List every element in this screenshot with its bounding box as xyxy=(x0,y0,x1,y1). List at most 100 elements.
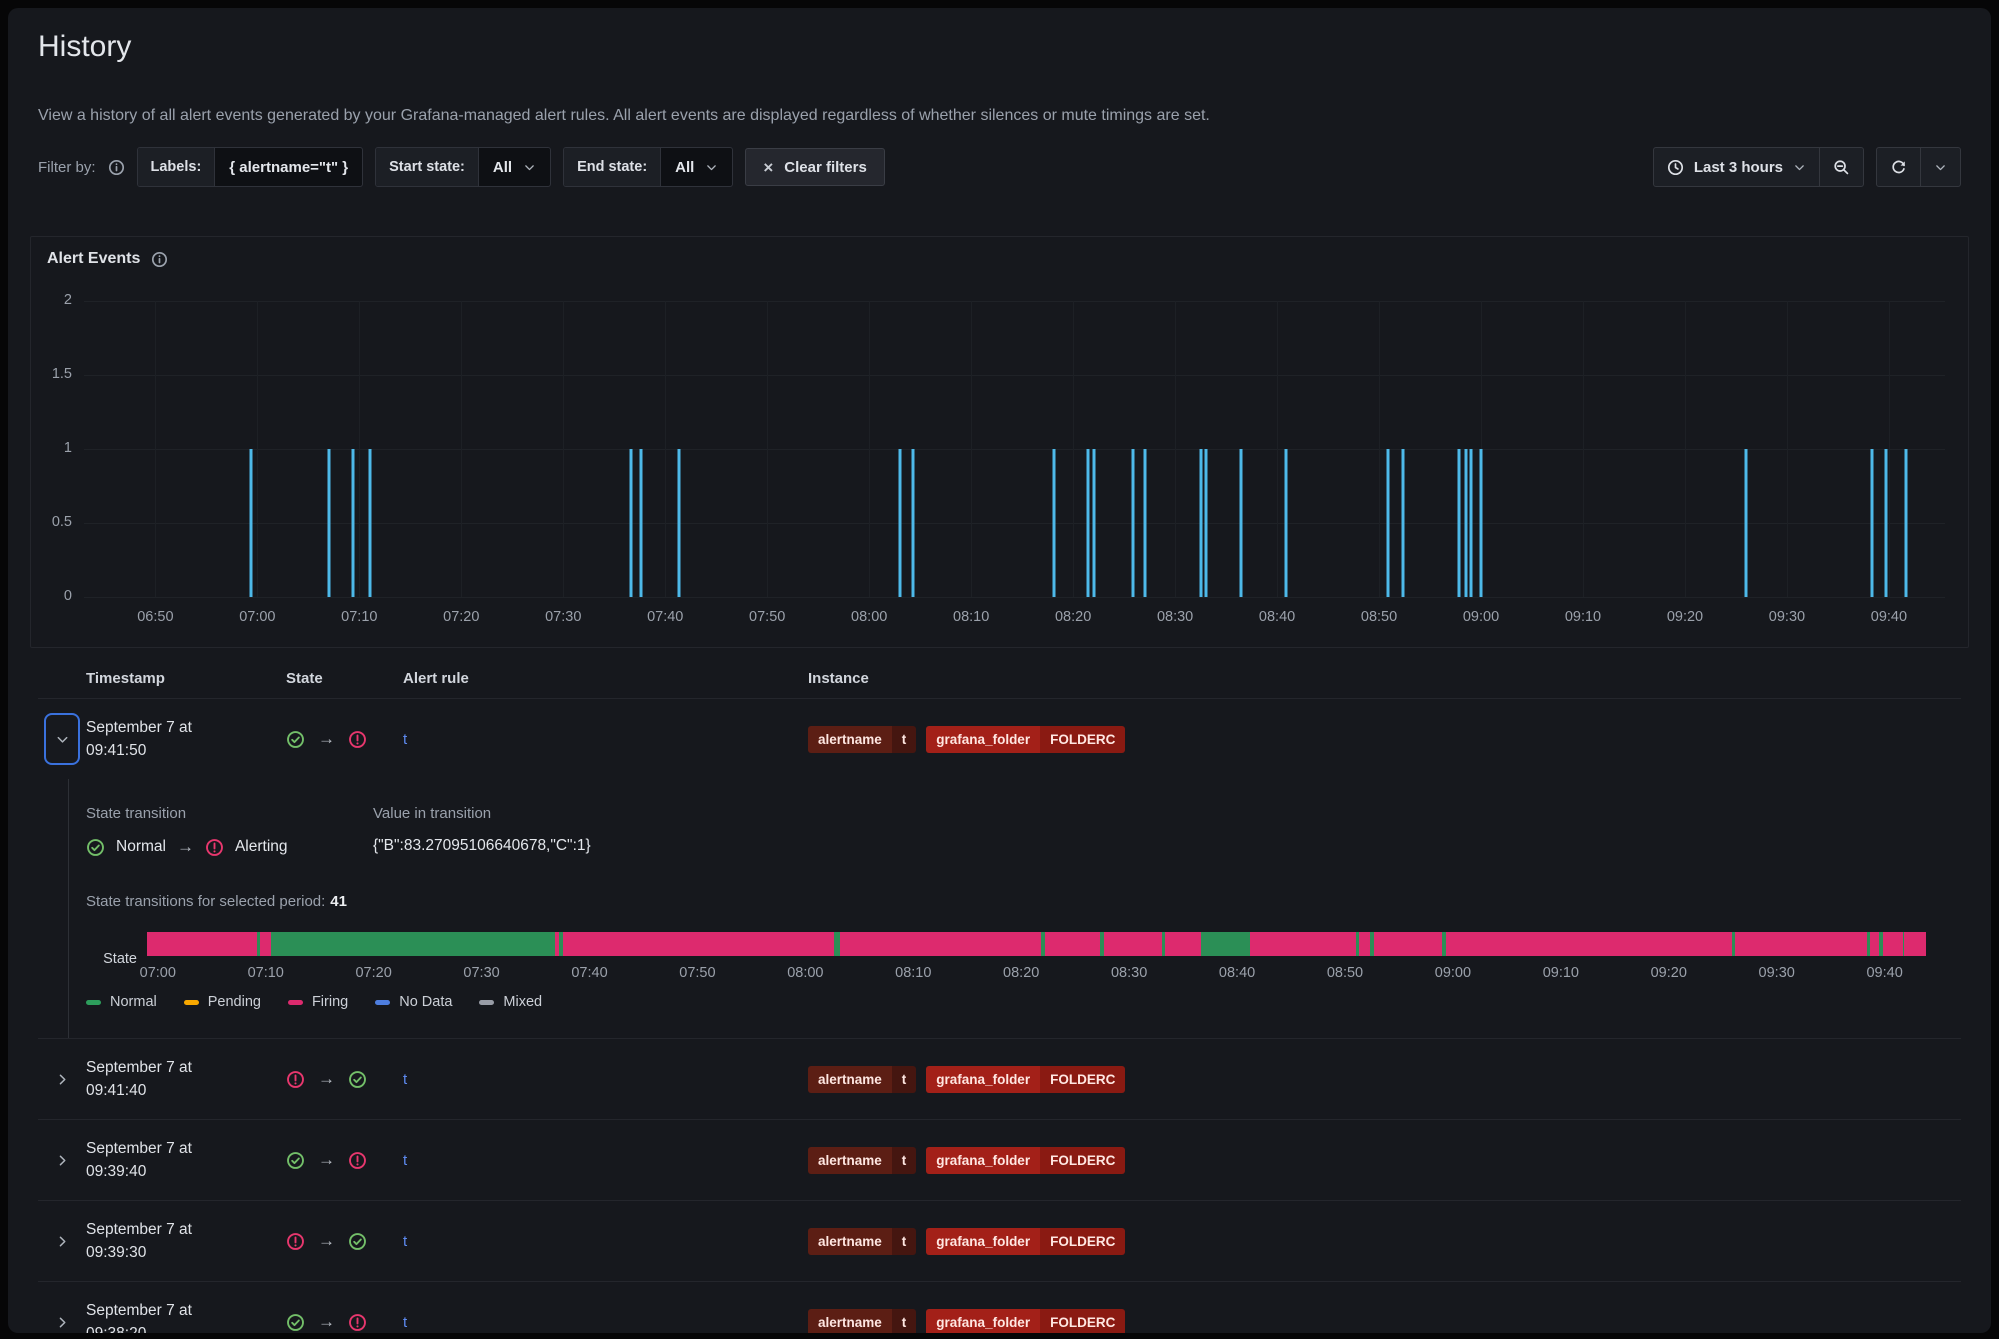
transitions-count: 41 xyxy=(330,893,347,910)
legend-item-pending[interactable]: Pending xyxy=(184,994,261,1010)
end-state-select[interactable]: All xyxy=(661,148,732,186)
alert-rule-link[interactable]: t xyxy=(403,1233,407,1250)
row-expand-button[interactable] xyxy=(44,713,80,765)
from-state-text: Normal xyxy=(116,838,166,856)
row-expand-button[interactable] xyxy=(55,1315,70,1330)
y-tick-label: 2 xyxy=(32,292,72,308)
gridline xyxy=(84,301,1945,302)
event-bar xyxy=(1469,449,1472,597)
x-tick-label: 07:40 xyxy=(571,965,607,981)
event-bar xyxy=(1464,449,1467,597)
x-tick-label: 07:00 xyxy=(239,609,275,625)
gridline xyxy=(1685,301,1686,597)
zoom-out-button[interactable] xyxy=(1819,148,1863,186)
x-tick-label: 09:30 xyxy=(1759,965,1795,981)
arrow-right-icon: → xyxy=(318,1312,335,1332)
legend-item-no-data[interactable]: No Data xyxy=(375,994,452,1010)
end-state-filter-group: End state: All xyxy=(563,147,733,187)
check-circle-icon xyxy=(86,838,105,857)
time-range-picker: Last 3 hours xyxy=(1653,147,1864,187)
row-state: → xyxy=(286,729,403,749)
x-tick-label: 08:40 xyxy=(1219,965,1255,981)
x-tick-label: 09:40 xyxy=(1866,965,1902,981)
state-timeline: State 07:0007:1007:2007:3007:4007:5008:0… xyxy=(86,932,1961,1010)
labels-input[interactable]: { alertname="t" } xyxy=(215,148,362,186)
time-range-button[interactable]: Last 3 hours xyxy=(1654,148,1819,186)
instance-label-badge: grafana_folderFOLDERC xyxy=(926,1147,1125,1174)
event-bar xyxy=(1745,449,1748,597)
info-icon[interactable] xyxy=(108,159,125,176)
alert-rule-link[interactable]: t xyxy=(403,731,407,748)
chevron-right-icon xyxy=(55,1315,70,1330)
timeline-segment-firing xyxy=(1904,932,1926,956)
column-header-instance: Instance xyxy=(808,670,1961,687)
x-tick-label: 07:20 xyxy=(443,609,479,625)
alert-rule-link[interactable]: t xyxy=(403,1071,407,1088)
exclamation-circle-icon xyxy=(286,1070,305,1089)
event-bar xyxy=(1904,449,1907,597)
table-row: September 7 at09:39:30 → t alertnametgra… xyxy=(38,1200,1961,1281)
legend-item-mixed[interactable]: Mixed xyxy=(479,994,542,1010)
chevron-right-icon xyxy=(55,1234,70,1249)
expanded-row-detail: State transition Normal → Alerting Value… xyxy=(68,779,1961,1038)
exclamation-circle-icon xyxy=(348,730,367,749)
refresh-interval-dropdown[interactable] xyxy=(1920,148,1960,186)
column-header-timestamp: Timestamp xyxy=(86,670,286,687)
chevron-down-icon xyxy=(1793,161,1806,174)
history-table: Timestamp State Alert rule Instance Sept… xyxy=(38,658,1961,1333)
value-in-transition: {"B":83.27095106640678,"C":1} xyxy=(373,837,591,855)
table-row: September 7 at09:41:40 → t alertnametgra… xyxy=(38,1038,1961,1119)
x-tick-label: 09:30 xyxy=(1769,609,1805,625)
chevron-down-icon xyxy=(1934,161,1947,174)
value-in-transition-label: Value in transition xyxy=(373,805,591,822)
legend-item-firing[interactable]: Firing xyxy=(288,994,348,1010)
check-circle-icon xyxy=(286,730,305,749)
start-state-select[interactable]: All xyxy=(479,148,550,186)
event-bar xyxy=(677,449,680,597)
row-expand-button[interactable] xyxy=(55,1153,70,1168)
legend-item-normal[interactable]: Normal xyxy=(86,994,157,1010)
exclamation-circle-icon xyxy=(205,838,224,857)
row-expand-button[interactable] xyxy=(55,1234,70,1249)
refresh-button[interactable] xyxy=(1877,148,1920,186)
gridline xyxy=(665,301,666,597)
instance-label-badge: alertnamet xyxy=(808,726,916,753)
event-bar xyxy=(1131,449,1134,597)
zoom-out-icon xyxy=(1833,159,1850,176)
event-bar xyxy=(640,449,643,597)
gridline xyxy=(1787,301,1788,597)
clear-filters-button[interactable]: × Clear filters xyxy=(745,148,884,186)
y-tick-label: 0 xyxy=(32,588,72,604)
alert-rule-link[interactable]: t xyxy=(403,1152,407,1169)
filter-bar: Filter by: Labels: { alertname="t" } Sta… xyxy=(38,148,1961,186)
event-bar xyxy=(1480,449,1483,597)
row-state: → xyxy=(286,1312,403,1332)
legend-swatch xyxy=(184,1000,199,1005)
x-tick-label: 08:30 xyxy=(1111,965,1147,981)
x-tick-label: 07:40 xyxy=(647,609,683,625)
info-icon[interactable] xyxy=(151,251,168,268)
event-bar xyxy=(630,449,633,597)
x-tick-label: 07:10 xyxy=(341,609,377,625)
alert-rule-link[interactable]: t xyxy=(403,1314,407,1331)
x-tick-label: 08:30 xyxy=(1157,609,1193,625)
exclamation-circle-icon xyxy=(348,1151,367,1170)
x-tick-label: 09:10 xyxy=(1543,965,1579,981)
row-instance-labels: alertnametgrafana_folderFOLDERC xyxy=(808,1228,1961,1255)
row-state: → xyxy=(286,1150,403,1170)
x-tick-label: 09:00 xyxy=(1463,609,1499,625)
check-circle-icon xyxy=(286,1151,305,1170)
gridline xyxy=(1277,301,1278,597)
chevron-right-icon xyxy=(55,1153,70,1168)
chevron-right-icon xyxy=(55,1072,70,1087)
row-expand-button[interactable] xyxy=(55,1072,70,1087)
x-tick-label: 08:00 xyxy=(851,609,887,625)
gridline xyxy=(1583,301,1584,597)
x-tick-label: 08:20 xyxy=(1003,965,1039,981)
x-tick-label: 08:50 xyxy=(1327,965,1363,981)
instance-label-badge: alertnamet xyxy=(808,1147,916,1174)
timeline-segment-firing xyxy=(1883,932,1903,956)
start-state-filter-group: Start state: All xyxy=(375,147,551,187)
event-bar xyxy=(912,449,915,597)
page-description: View a history of all alert events gener… xyxy=(38,107,1210,125)
